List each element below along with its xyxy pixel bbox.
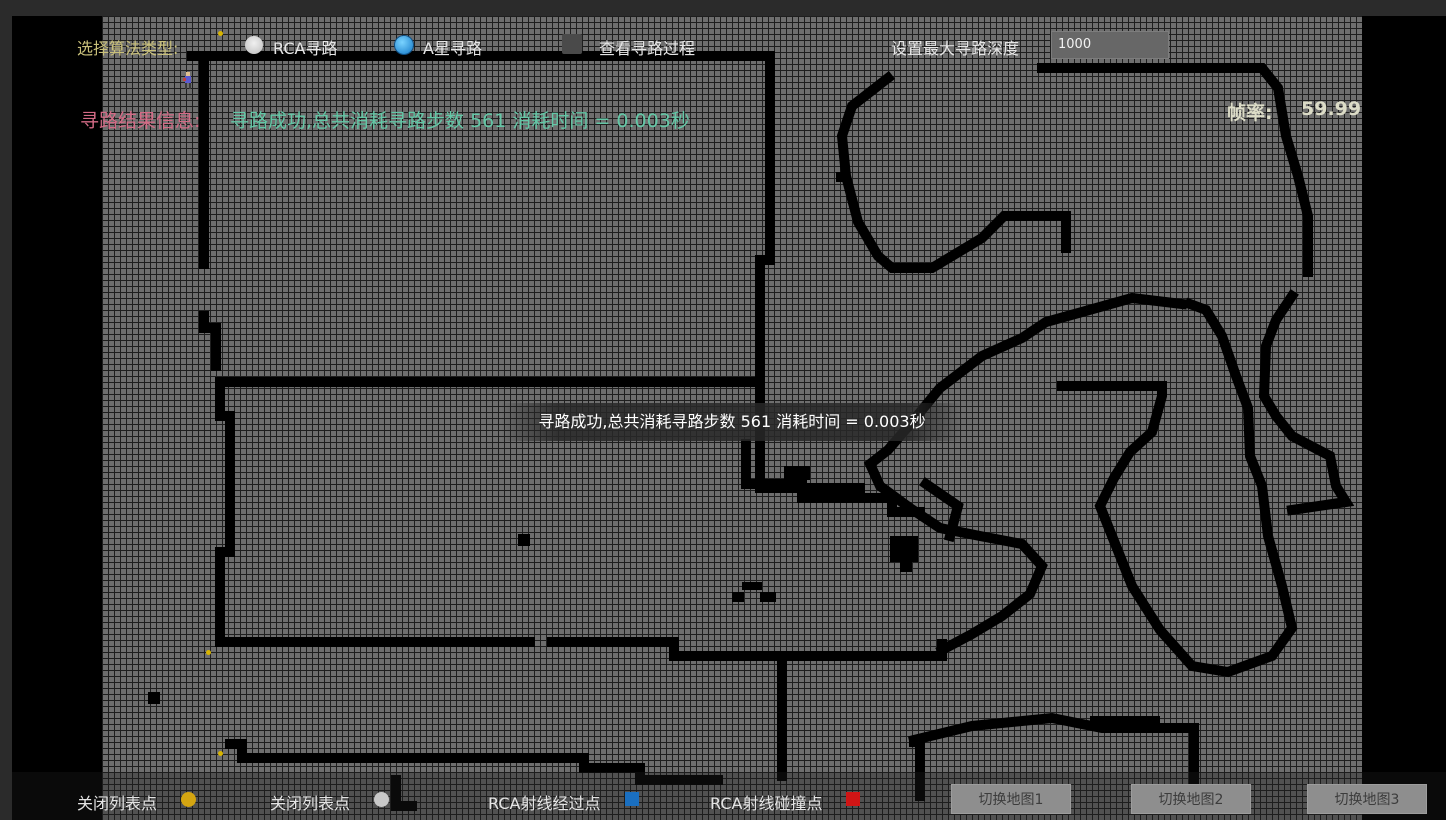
switch-map-3-button[interactable]: 切换地图3 (1307, 784, 1427, 814)
legend-closed-list-gray-icon (374, 792, 389, 807)
legend-rca-pass-icon (625, 792, 639, 806)
legend-closed-list-label-2: 关闭列表点 (270, 794, 351, 813)
legend-closed-list-label: 关闭列表点 (77, 794, 158, 813)
result-toast: 寻路成功,总共消耗寻路步数 561 消耗时间 = 0.003秒 (501, 403, 963, 441)
rca-radio-label[interactable]: RCA寻路 (273, 35, 337, 59)
player-character-icon (183, 72, 191, 89)
rca-radio[interactable] (245, 36, 263, 54)
result-info-text: 寻路成功,总共消耗寻路步数 561 消耗时间 = 0.003秒 (230, 110, 690, 132)
switch-map-2-button[interactable]: 切换地图2 (1131, 784, 1251, 814)
switch-map-1-button[interactable]: 切换地图1 (951, 784, 1071, 814)
legend-rca-pass-label: RCA射线经过点 (488, 794, 601, 813)
view-process-checkbox[interactable] (562, 34, 582, 54)
max-depth-label: 设置最大寻路深度 (891, 39, 1020, 58)
algorithm-label: 选择算法类型: (77, 39, 179, 58)
fps-label: 帧率: (1227, 102, 1273, 124)
astar-radio-label[interactable]: A星寻路 (423, 35, 482, 59)
legend-rca-hit-label: RCA射线碰撞点 (710, 794, 823, 813)
path-point (206, 650, 211, 655)
legend-rca-hit-icon (846, 792, 860, 806)
fps-value: 59.99 (1301, 98, 1362, 120)
path-point (218, 751, 223, 756)
result-info-label: 寻路结果信息: (80, 110, 201, 132)
max-depth-input[interactable]: 1000 (1051, 31, 1169, 59)
legend-closed-list-yellow-icon (181, 792, 196, 807)
path-point (218, 31, 223, 36)
astar-radio[interactable] (395, 36, 413, 54)
view-process-label[interactable]: 查看寻路过程 (599, 35, 695, 59)
